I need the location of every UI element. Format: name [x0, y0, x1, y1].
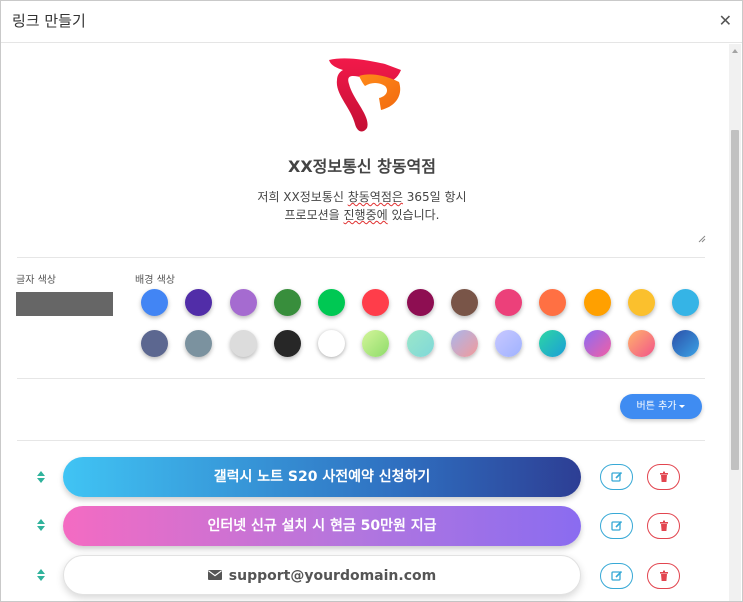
spellcheck-text: 창동역점은: [347, 190, 403, 204]
add-button-label: 버튼 추가: [636, 401, 677, 412]
description-text: 365일 항시: [402, 190, 467, 204]
color-swatch[interactable]: [362, 289, 390, 316]
color-swatch[interactable]: [141, 330, 168, 357]
vertical-scrollbar[interactable]: [729, 44, 741, 601]
color-swatch[interactable]: [406, 330, 434, 357]
delete-button[interactable]: [647, 513, 680, 539]
drag-handle-icon[interactable]: [37, 519, 45, 531]
color-swatch[interactable]: [495, 289, 522, 316]
edit-icon: [611, 520, 623, 531]
color-swatch[interactable]: [539, 330, 567, 357]
color-swatch[interactable]: [672, 330, 699, 357]
edit-button[interactable]: [600, 563, 633, 589]
dialog-title: 링크 만들기: [12, 12, 86, 30]
link-button[interactable]: 갤럭시 노트 S20 사전예약 신청하기: [63, 457, 581, 497]
color-swatch[interactable]: [229, 289, 257, 316]
spellcheck-text: 진행중에: [343, 208, 388, 222]
background-color-label: 배경 색상: [135, 275, 175, 286]
close-icon[interactable]: ✕: [719, 11, 732, 30]
color-swatch[interactable]: [539, 289, 567, 316]
trash-icon: [660, 471, 668, 482]
color-swatch[interactable]: [583, 289, 611, 316]
scrollbar-thumb[interactable]: [731, 130, 739, 470]
color-swatch[interactable]: [627, 330, 655, 357]
link-button[interactable]: 인터넷 신규 설치 시 현금 50만원 지급: [63, 506, 581, 546]
drag-handle-icon[interactable]: [37, 569, 45, 581]
color-swatch[interactable]: [450, 289, 478, 316]
text-color-label: 글자 색상: [16, 275, 56, 286]
color-swatch[interactable]: [185, 289, 213, 316]
color-swatch[interactable]: [318, 330, 345, 357]
color-swatch[interactable]: [450, 330, 478, 357]
profile-description[interactable]: 저희 XX정보통신 창동역점은 365일 항시 프로모션을 진행중에 있습니다.: [1, 188, 723, 224]
color-swatch[interactable]: [583, 330, 611, 357]
t-logo-icon: [329, 58, 401, 132]
color-swatch[interactable]: [141, 289, 168, 316]
color-swatch[interactable]: [406, 289, 434, 316]
description-line-1: 저희 XX정보통신 창동역점은 365일 항시: [1, 188, 723, 206]
edit-button[interactable]: [600, 464, 633, 490]
link-button-label: support@yourdomain.com: [228, 568, 437, 584]
description-text: 있습니다.: [387, 208, 440, 222]
color-swatch[interactable]: [362, 330, 390, 357]
chevron-down-icon: [679, 404, 686, 408]
color-swatch[interactable]: [273, 330, 301, 357]
color-swatch[interactable]: [627, 289, 655, 316]
drag-handle-icon[interactable]: [37, 471, 45, 483]
resize-grip-icon[interactable]: [698, 235, 706, 243]
color-swatch[interactable]: [318, 289, 345, 316]
divider: [17, 440, 705, 441]
dialog-titlebar: 링크 만들기 ✕: [1, 1, 742, 43]
color-swatch[interactable]: [185, 330, 213, 357]
description-text: 프로모션을: [284, 208, 344, 222]
link-create-dialog: 링크 만들기 ✕ XX정보통신 창동역점 저희 XX정보통신 창동역점은 365…: [0, 0, 743, 602]
divider: [17, 378, 705, 379]
edit-icon: [611, 471, 623, 482]
color-swatch[interactable]: [229, 330, 257, 357]
envelope-icon: [207, 569, 222, 580]
text-color-picker[interactable]: [16, 292, 113, 316]
profile-name: XX정보통신 창동역점: [287, 157, 436, 176]
edit-button[interactable]: [600, 513, 633, 539]
color-swatch[interactable]: [495, 330, 522, 357]
description-line-2: 프로모션을 진행중에 있습니다.: [1, 206, 723, 224]
color-swatch[interactable]: [672, 289, 699, 316]
divider: [17, 257, 705, 258]
trash-icon: [660, 520, 668, 531]
delete-button[interactable]: [647, 563, 680, 589]
add-button[interactable]: 버튼 추가: [620, 394, 702, 419]
description-text: 저희 XX정보통신: [257, 190, 348, 204]
delete-button[interactable]: [647, 464, 680, 490]
scroll-up-arrow-icon[interactable]: [732, 49, 738, 53]
edit-icon: [611, 570, 623, 581]
color-swatch[interactable]: [273, 289, 301, 316]
link-button[interactable]: support@yourdomain.com: [63, 555, 581, 595]
trash-icon: [660, 570, 668, 581]
